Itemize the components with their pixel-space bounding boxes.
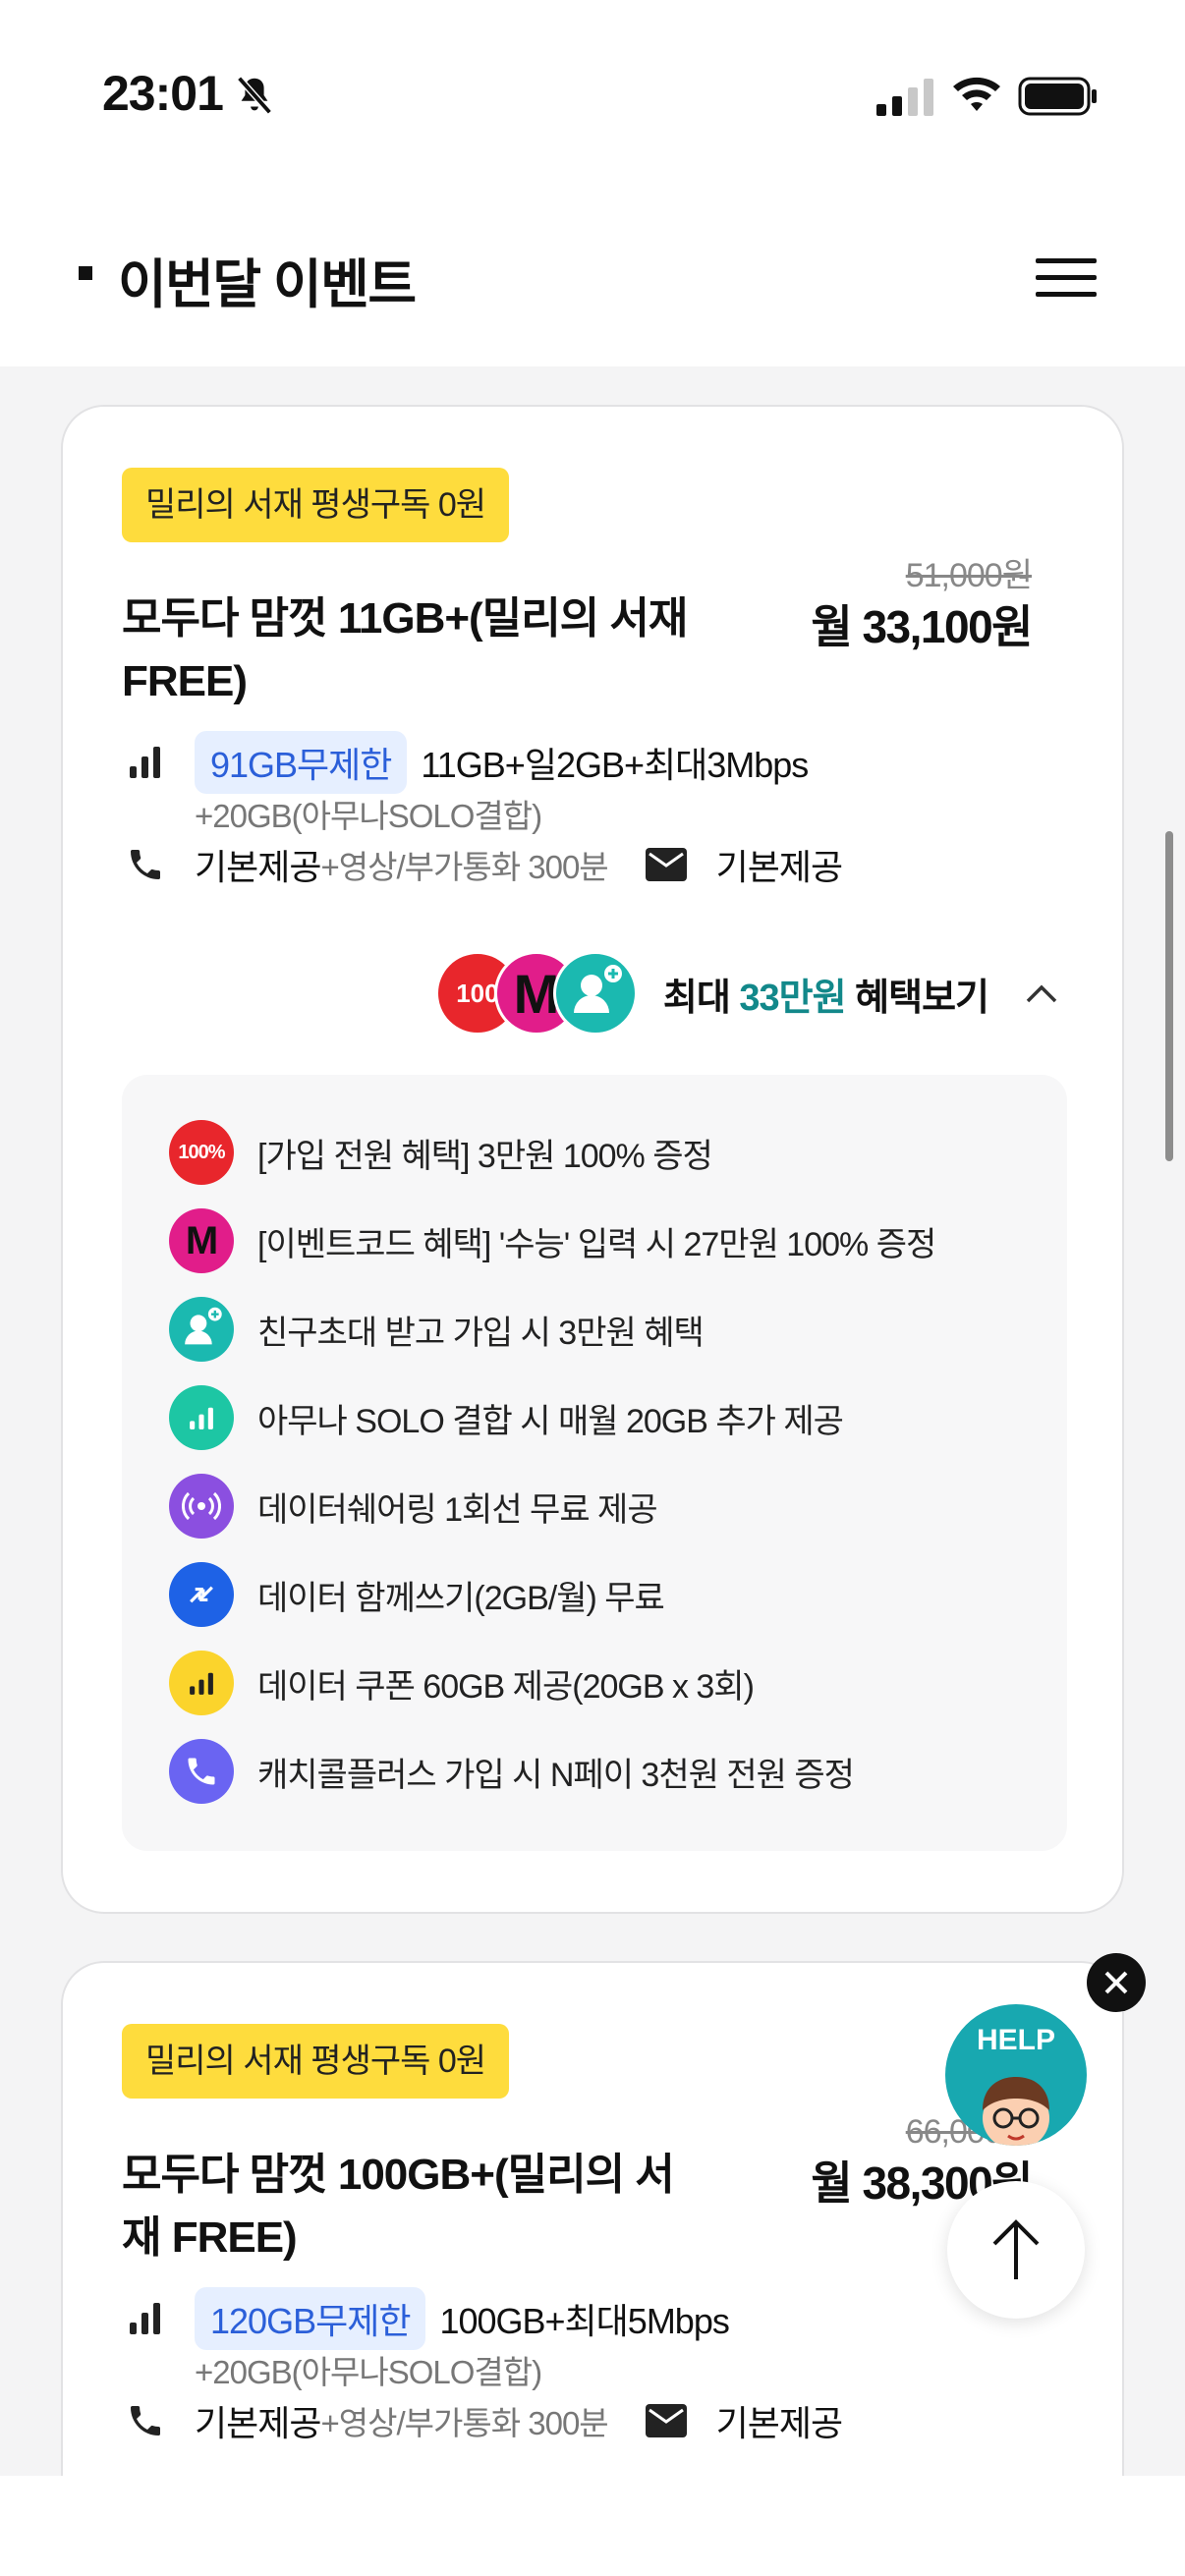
plan-title: 모두다 맘껏 11GB+(밀리의 서재 FREE): [122, 594, 688, 705]
data-sharing-icon: [169, 1474, 234, 1539]
scrollbar[interactable]: [1165, 831, 1173, 1161]
plan-card[interactable]: 밀리의 서재 평생구독 0원 모두다 맘껏 11GB+(밀리의 서재 FREE)…: [61, 405, 1124, 1914]
data-unlimited-badge: 91GB무제한: [195, 731, 408, 794]
mail-icon: [645, 2404, 687, 2437]
scroll-to-top-button[interactable]: [947, 2181, 1085, 2319]
data-extra: +20GB(아무나SOLO결합): [195, 798, 542, 834]
benefit-item: 데이터 쿠폰 60GB 제공(20GB x 3회): [169, 1651, 755, 1715]
benefit-label: 최대 33만원 혜택보기: [662, 977, 989, 1019]
call-sub: +영상/부가통화 300분: [320, 849, 608, 885]
promo-badge: 밀리의 서재 평생구독 0원: [122, 468, 510, 542]
bell-off-icon: [237, 76, 272, 115]
signal-bars-icon: [130, 747, 160, 778]
data-row: 91GB무제한 11GB+일2GB+최대3Mbps: [126, 731, 809, 794]
benefit-item: 아무나 SOLO 결합 시 매월 20GB 추가 제공: [169, 1385, 844, 1450]
badge-m-icon: M: [169, 1208, 234, 1273]
close-icon: [1104, 1971, 1128, 1994]
data-row: 120GB무제한 100GB+최대5Mbps: [126, 2287, 730, 2350]
plan-price: 월 33,100원: [811, 601, 1033, 652]
benefit-item: 친구초대 받고 가입 시 3만원 혜택: [169, 1297, 705, 1362]
mail-icon: [645, 848, 687, 881]
menu-icon[interactable]: [1036, 258, 1097, 298]
bottom-safe-area: [0, 2476, 1185, 2576]
sms-info: 기본제공: [715, 847, 843, 887]
phone-icon: [131, 2406, 160, 2436]
wifi-icon: [953, 77, 1000, 111]
data-bars-icon: [169, 1385, 234, 1450]
status-bar: 23:01: [0, 0, 1185, 192]
call-row: 기본제공 +영상/부가통화 300분 기본제공: [126, 839, 843, 890]
phone-icon: [131, 850, 160, 879]
promo-badge: 밀리의 서재 평생구독 0원: [122, 2024, 510, 2099]
friend-invite-icon: [169, 1297, 234, 1362]
call-main: 기본제공: [195, 847, 321, 887]
call-row: 기본제공 +영상/부가통화 300분 기본제공: [126, 2395, 843, 2446]
arrow-up-icon: [992, 2219, 1040, 2279]
signal-bars-icon: [130, 2303, 160, 2334]
plan-title: 모두다 맘껏 100GB+(밀리의 서재 FREE): [122, 2151, 675, 2262]
call-main: 기본제공: [195, 2403, 321, 2443]
data-detail: 11GB+일2GB+최대3Mbps: [421, 745, 809, 785]
data-together-icon: [169, 1562, 234, 1627]
original-price: 51,000원: [905, 557, 1033, 594]
page-title: 이번달 이벤트: [118, 255, 417, 314]
data-unlimited-badge: 120GB무제한: [195, 2287, 426, 2350]
benefit-item: 100% [가입 전원 혜택] 3만원 100% 증정: [169, 1120, 713, 1185]
friend-invite-icon: [552, 951, 638, 1036]
battery-icon: [1018, 77, 1097, 116]
sms-info: 기본제공: [715, 2403, 843, 2443]
badge-100-icon: 100%: [169, 1120, 234, 1185]
chevron-up-icon[interactable]: [1024, 981, 1059, 1005]
benefit-item: 데이터 함께쓰기(2GB/월) 무료: [169, 1562, 665, 1627]
help-close-button[interactable]: [1087, 1953, 1146, 2012]
data-detail: 100GB+최대5Mbps: [439, 2301, 729, 2341]
page-header: 이번달 이벤트: [0, 192, 1185, 366]
help-button[interactable]: HELP: [945, 2004, 1087, 2146]
benefit-toggle[interactable]: 100 M 최대 33만원 혜택보기: [434, 951, 1059, 1036]
data-coupon-icon: [169, 1651, 234, 1715]
benefit-item: 데이터쉐어링 1회선 무료 제공: [169, 1474, 658, 1539]
data-extra: +20GB(아무나SOLO결합): [195, 2354, 542, 2390]
benefit-item: 캐치콜플러스 가입 시 N페이 3천원 전원 증정: [169, 1739, 855, 1804]
benefit-avatars: 100 M: [434, 951, 644, 1036]
phone-icon: [169, 1739, 234, 1804]
benefit-item: M [이벤트코드 혜택] '수능' 입력 시 27만원 100% 증정: [169, 1208, 936, 1273]
benefit-amount: 33만원: [739, 977, 846, 1019]
title-bullet: [79, 266, 92, 280]
help-avatar-icon: [983, 2077, 1049, 2146]
signal-icon: [876, 79, 933, 116]
call-sub: +영상/부가통화 300분: [320, 2405, 608, 2441]
help-label: HELP: [976, 2024, 1055, 2056]
benefit-list: 100% [가입 전원 혜택] 3만원 100% 증정 M [이벤트코드 혜택]…: [122, 1075, 1067, 1851]
status-time: 23:01: [102, 66, 224, 121]
